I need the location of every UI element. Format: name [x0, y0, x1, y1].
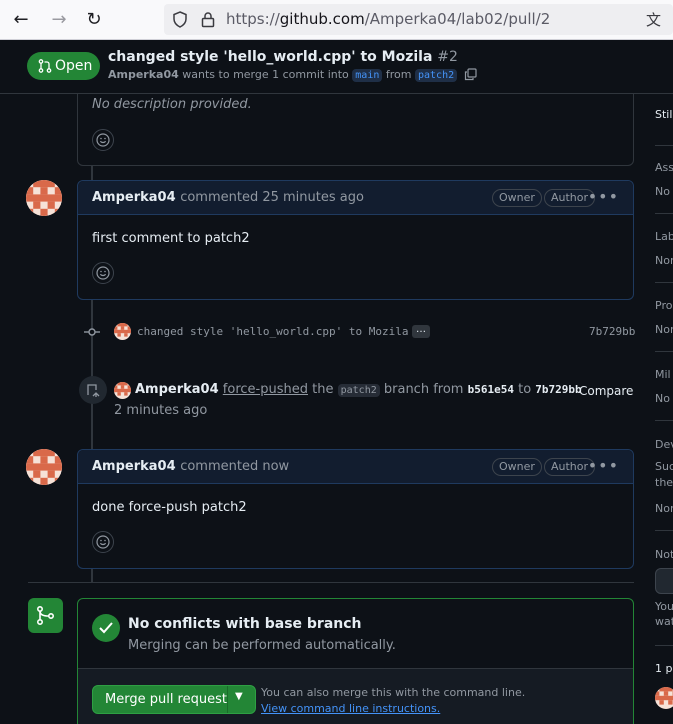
merge-box: No conflicts with base branch Merging ca…	[77, 598, 634, 724]
comment-body: done force-push patch2	[92, 500, 247, 515]
owner-badge: Owner	[492, 189, 542, 207]
pr-subtitle: Amperka04 wants to merge 1 commit into m…	[108, 68, 477, 82]
comment-timestamp: commented now	[180, 459, 290, 474]
comment-options-icon[interactable]: •••	[588, 187, 619, 206]
pr-title: changed style 'hello_world.cpp' to Mozil…	[108, 49, 458, 65]
comment-timestamp: commented 25 minutes ago	[180, 190, 364, 205]
commit-message[interactable]: changed style 'hello_world.cpp' to Mozil…	[137, 325, 409, 338]
merge-hint: You can also merge this with the command…	[261, 686, 526, 699]
actor-link[interactable]: Amperka04	[135, 382, 219, 397]
commit-event: changed style 'hello_world.cpp' to Mozil…	[84, 320, 635, 344]
avatar[interactable]	[655, 687, 673, 709]
add-reaction-button[interactable]	[92, 531, 114, 553]
sidebar-assignees-label[interactable]: Ass	[655, 161, 673, 174]
merge-status-badge	[28, 598, 63, 633]
force-push-event: Amperka04 force-pushed the patch2 branch…	[114, 381, 634, 421]
sidebar-milestone-label[interactable]: Mil	[655, 368, 671, 381]
pr-author-link[interactable]: Amperka04	[108, 68, 179, 81]
browser-toolbar: ← → ↻ https://github.com/Amperka04/lab02…	[0, 0, 673, 40]
comment-box: Amperka04 commented 25 minutes ago Owner…	[77, 180, 634, 300]
forward-icon[interactable]: →	[46, 8, 72, 32]
avatar[interactable]	[114, 382, 131, 399]
comment-author[interactable]: Amperka04 commented 25 minutes ago	[92, 190, 364, 205]
address-bar[interactable]: https://github.com/Amperka04/lab02/pull/…	[164, 4, 673, 35]
event-timestamp: 2 minutes ago	[114, 403, 208, 418]
comment-body: first comment to patch2	[92, 231, 250, 246]
sidebar-development-label[interactable]: Dev	[655, 438, 673, 451]
chevron-down-icon[interactable]: ▼	[235, 691, 243, 702]
avatar[interactable]	[26, 180, 62, 216]
reload-icon[interactable]: ↻	[81, 8, 107, 32]
git-merge-icon	[37, 606, 55, 625]
avatar[interactable]	[26, 449, 62, 485]
new-sha[interactable]: 7b729bb	[535, 383, 581, 396]
pr-state-label: Open	[55, 58, 93, 74]
comment-options-icon[interactable]: •••	[588, 456, 619, 475]
base-branch[interactable]: main	[352, 69, 383, 82]
tracking-shield-icon	[173, 11, 187, 28]
url-text: https://github.com/Amperka04/lab02/pull/…	[226, 10, 551, 28]
merge-status-title: No conflicts with base branch	[128, 616, 362, 632]
merge-actions: Merge pull request ▼ You can also merge …	[78, 668, 633, 724]
pr-description-text: No description provided.	[92, 97, 252, 112]
add-reaction-button[interactable]	[92, 129, 114, 151]
comment-box: Amperka04 commented now Owner Author •••…	[77, 449, 634, 569]
sidebar-notifications-label: Not	[655, 548, 673, 561]
pr-number: #2	[437, 49, 458, 65]
command-line-instructions-link[interactable]: View command line instructions.	[261, 702, 440, 715]
lock-icon	[201, 12, 215, 28]
commit-sha[interactable]: 7b729bb	[589, 325, 635, 338]
translate-icon[interactable]: 文	[646, 9, 661, 30]
add-reaction-button[interactable]	[92, 262, 114, 284]
back-icon[interactable]: ←	[8, 8, 34, 32]
sidebar-labels-label[interactable]: Lab	[655, 230, 673, 243]
copy-icon[interactable]	[464, 68, 477, 81]
old-sha[interactable]: b561e54	[468, 383, 514, 396]
branch-name[interactable]: patch2	[337, 384, 380, 397]
commit-icon	[84, 328, 100, 336]
avatar[interactable]	[114, 323, 131, 340]
repo-push-icon	[87, 384, 100, 397]
pr-sticky-header: Open changed style 'hello_world.cpp' to …	[0, 40, 673, 94]
force-push-event-badge	[79, 376, 107, 404]
owner-badge: Owner	[492, 458, 542, 476]
merge-status-subtitle: Merging can be performed automatically.	[128, 638, 396, 653]
comment-header: Amperka04 commented now Owner Author •••	[78, 450, 633, 484]
comment-header: Amperka04 commented 25 minutes ago Owner…	[78, 181, 633, 215]
sidebar-projects-label[interactable]: Pro	[655, 299, 672, 312]
merge-divider	[28, 582, 634, 583]
smiley-icon	[96, 133, 110, 147]
pr-state-badge: Open	[27, 52, 100, 80]
comment-author[interactable]: Amperka04 commented now	[92, 459, 289, 474]
force-push-text: Amperka04 force-pushed the patch2 branch…	[135, 382, 582, 397]
pull-request-icon	[38, 59, 52, 73]
merge-pull-request-button[interactable]: Merge pull request ▼	[92, 685, 256, 714]
check-circle-icon	[92, 614, 120, 642]
force-pushed-link[interactable]: force-pushed	[223, 382, 308, 397]
expand-commit-button[interactable]: …	[412, 325, 430, 338]
compare-button[interactable]: Compare	[579, 384, 633, 398]
subscribe-button[interactable]	[655, 568, 673, 594]
smiley-icon	[96, 266, 110, 280]
head-branch[interactable]: patch2	[414, 69, 458, 82]
smiley-icon	[96, 535, 110, 549]
